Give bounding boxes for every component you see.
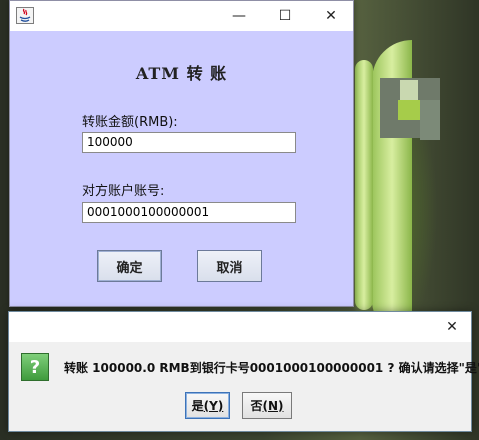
blurred-patch — [420, 100, 440, 140]
blurred-patch — [400, 80, 418, 100]
yes-button-label: 是 — [191, 399, 204, 413]
blurred-patch — [398, 100, 420, 120]
maximize-button[interactable]: ☐ — [262, 1, 308, 31]
close-button[interactable]: ✕ — [308, 1, 354, 31]
cancel-button[interactable]: 取消 — [197, 250, 262, 282]
no-button-mnemonic: (N) — [262, 398, 284, 413]
no-button[interactable]: 否 (N) — [242, 392, 292, 419]
account-label: 对方账户账号: — [82, 184, 165, 199]
account-number-field[interactable]: 0001000100000001 — [82, 202, 296, 223]
cancel-button-label: 取消 — [216, 260, 243, 276]
title-bar[interactable]: — ☐ ✕ — [10, 1, 353, 31]
no-button-label: 否 — [250, 399, 263, 413]
close-icon: ✕ — [325, 8, 337, 24]
amount-label: 转账金额(RMB): — [82, 115, 178, 130]
confirm-button-label: 确定 — [116, 260, 143, 276]
amount-field[interactable]: 100000 — [82, 132, 296, 153]
dialog-message: 转账 100000.0 RMB到银行卡号0001000100000001 ? 确… — [64, 361, 479, 375]
dialog-close-button[interactable]: ✕ — [433, 312, 471, 342]
confirm-button[interactable]: 确定 — [97, 250, 162, 282]
question-icon: ? — [21, 353, 49, 381]
page-title: ATM 转 账 — [135, 64, 228, 83]
yes-button-mnemonic: (Y) — [203, 398, 224, 413]
minimize-icon: — — [232, 8, 246, 24]
atm-content-panel: ATM 转 账 转账金额(RMB): 100000 对方账户账号: 000100… — [10, 31, 353, 306]
yes-button[interactable]: 是 (Y) — [185, 392, 230, 419]
close-icon: ✕ — [446, 319, 458, 335]
dialog-body: ? 转账 100000.0 RMB到银行卡号0001000100000001 ?… — [9, 342, 479, 431]
plant-stem — [355, 60, 373, 310]
maximize-icon: ☐ — [278, 8, 292, 24]
confirm-dialog: ✕ ? 转账 100000.0 RMB到银行卡号0001000100000001… — [8, 311, 479, 432]
java-icon — [16, 7, 34, 24]
minimize-button[interactable]: — — [216, 1, 262, 31]
dialog-title-bar[interactable]: ✕ — [9, 312, 471, 342]
atm-window: — ☐ ✕ ATM 转 账 转账金额(RMB): 100000 对方账户账号: … — [9, 0, 354, 307]
